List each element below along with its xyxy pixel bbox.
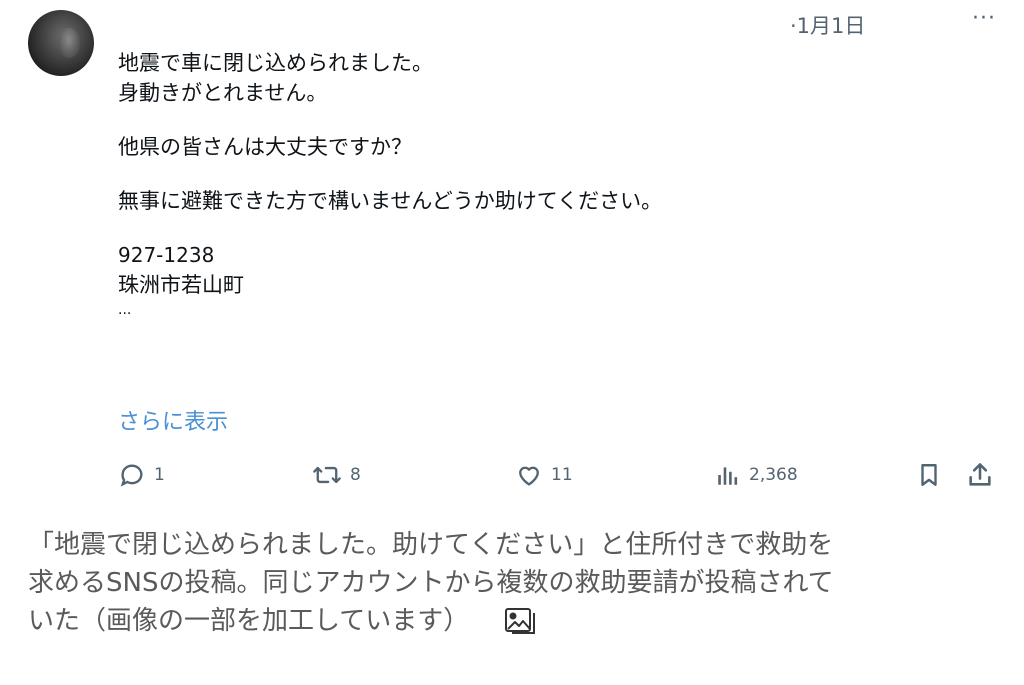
view-count: 2,368 bbox=[749, 465, 798, 485]
ellipsis: ... bbox=[118, 302, 132, 318]
post-date[interactable]: ·1月1日 bbox=[790, 10, 865, 40]
reply-icon bbox=[118, 461, 146, 489]
caption-line: 「地震で閉じ込められました。助けてください」と住所付きで救助を bbox=[28, 530, 834, 560]
repost-button[interactable]: 8 bbox=[312, 458, 361, 492]
post-line: 無事に避難できた方で構いませんどうか助けてください。 bbox=[118, 189, 663, 213]
caption-line: 求めるSNSの投稿。同じアカウントから複数の救助要請が投稿されて bbox=[28, 568, 834, 598]
bookmark-icon bbox=[916, 461, 942, 489]
repost-count: 8 bbox=[350, 465, 361, 485]
reply-button[interactable]: 1 bbox=[118, 458, 165, 492]
postal-code: 927-1238 bbox=[118, 243, 215, 267]
caption-line: いた（画像の一部を加工しています） bbox=[28, 606, 470, 636]
photo-icon[interactable] bbox=[504, 605, 538, 646]
avatar[interactable] bbox=[28, 10, 94, 76]
heart-icon bbox=[515, 461, 543, 489]
post-line: 他県の皆さんは大丈夫ですか？ bbox=[118, 135, 412, 159]
views-icon bbox=[715, 462, 741, 488]
photo-caption: 「地震で閉じ込められました。助けてください」と住所付きで救助を 求めるSNSの投… bbox=[28, 526, 1003, 646]
address-line: 珠洲市若山町 bbox=[118, 273, 244, 297]
share-icon bbox=[966, 461, 994, 489]
reply-count: 1 bbox=[154, 465, 165, 485]
post-card: ·1月1日 ··· 地震で車に閉じ込められました。 身動きがとれません。 他県の… bbox=[0, 0, 1024, 515]
like-count: 11 bbox=[551, 465, 573, 485]
show-more-link[interactable]: さらに表示 bbox=[118, 404, 228, 436]
like-button[interactable]: 11 bbox=[515, 458, 573, 492]
post-line: 身動きがとれません。 bbox=[118, 81, 328, 105]
share-button[interactable] bbox=[966, 458, 994, 492]
post-body: 地震で車に閉じ込められました。 身動きがとれません。 他県の皆さんは大丈夫ですか… bbox=[118, 48, 918, 322]
post-line: 地震で車に閉じ込められました。 bbox=[118, 51, 433, 75]
views-button[interactable]: 2,368 bbox=[715, 458, 798, 492]
more-options-icon[interactable]: ··· bbox=[966, 8, 1002, 36]
repost-icon bbox=[312, 461, 342, 489]
bookmark-button[interactable] bbox=[916, 458, 942, 492]
